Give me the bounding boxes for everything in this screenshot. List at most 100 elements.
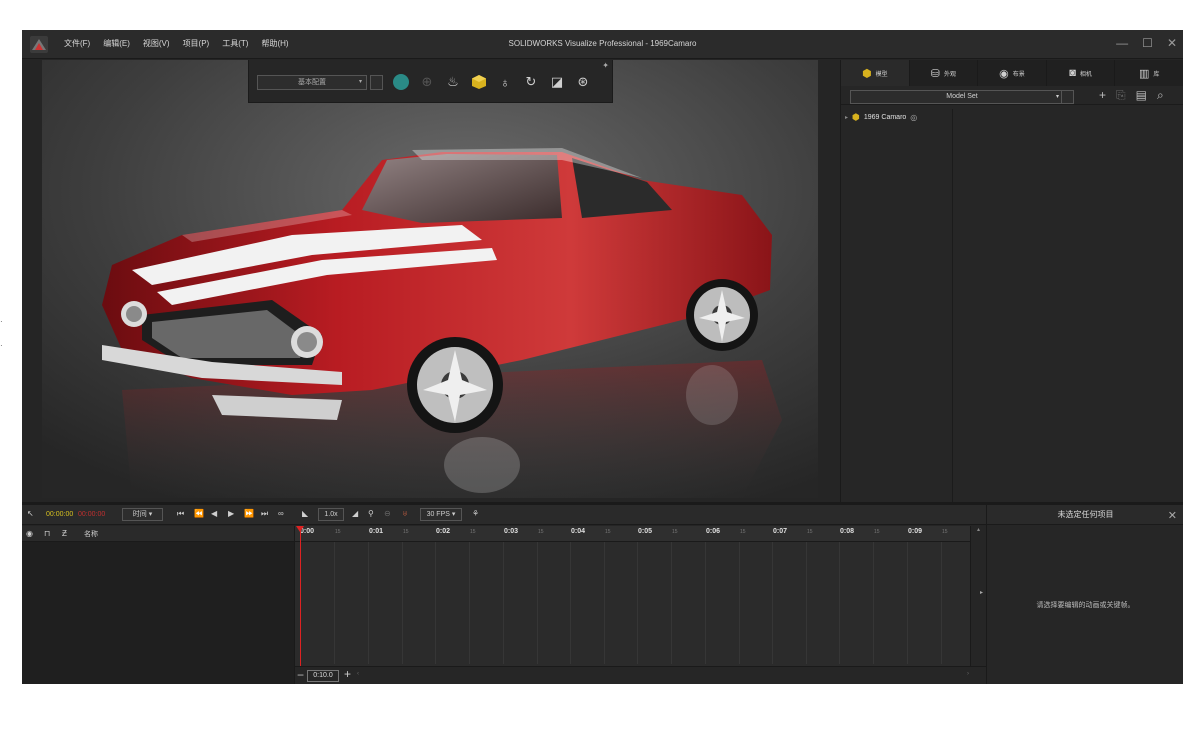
fps-label: 30 FPS	[426, 511, 450, 518]
speed-field[interactable]: 1.0x	[318, 508, 344, 521]
sort-icon[interactable]: Ƶ	[62, 529, 67, 538]
render-mode-sphere-icon[interactable]	[391, 72, 411, 92]
wireframe-sphere-icon[interactable]: ⊕	[417, 72, 437, 92]
grid-line	[469, 542, 470, 664]
name-column-header: 名称	[84, 531, 98, 538]
search-icon[interactable]: ⌕	[1157, 88, 1164, 103]
model-set-label: Model Set	[946, 93, 978, 100]
filter-icon[interactable]: ⚘	[472, 509, 479, 518]
tab-appearances[interactable]: ⛁ 外观	[910, 60, 979, 86]
model-set-dropdown[interactable]: Model Set ▾	[850, 90, 1074, 104]
pin-icon[interactable]: ✦	[602, 61, 609, 70]
time-ruler[interactable]: 0:00 15 0:01 15 0:02 15 0:03 15 0:04 15 …	[295, 526, 971, 542]
timeline-cursor-icon[interactable]: ↖	[27, 509, 34, 518]
properties-hint: 请选择要编辑的动画或关键帧。	[1036, 602, 1135, 609]
prev-key-icon[interactable]: ⏪	[194, 509, 204, 518]
key-icon[interactable]: ⚲	[368, 509, 374, 518]
maximize-icon[interactable]: ☐	[1142, 36, 1153, 50]
ease-icon[interactable]: ◢	[352, 509, 358, 518]
visibility-eye-icon[interactable]: ◎	[910, 113, 917, 122]
time-mode-dropdown[interactable]: 时间 ▾	[122, 508, 163, 521]
lock-icon[interactable]: ⊓	[44, 529, 50, 538]
tab-libraries[interactable]: ▥ 库	[1115, 60, 1183, 86]
playhead-handle-icon[interactable]	[296, 526, 304, 532]
tab-cameras[interactable]: ◙ 相机	[1047, 60, 1116, 86]
ground-plane-icon[interactable]: ♨	[443, 72, 463, 92]
visibility-eye-icon[interactable]: ◉	[26, 529, 33, 538]
configuration-dropdown[interactable]: 基本配置 ▾	[257, 75, 367, 90]
playhead[interactable]	[300, 526, 301, 666]
timeline-track-list	[22, 542, 294, 684]
tab-models-label: 模型	[875, 71, 888, 78]
properties-panel: 未选定任何项目 ✕ ▸ 请选择要编辑的动画或关键帧。	[980, 505, 1183, 684]
next-key-icon[interactable]: ⏩	[244, 509, 254, 518]
marker-icon[interactable]: ♅	[402, 509, 408, 518]
menu-bar: 文件(F) 编辑(E) 视图(V) 项目(P) 工具(T) 帮助(H)	[64, 38, 289, 49]
render-viewport[interactable]	[42, 60, 818, 498]
expand-arrow-icon[interactable]: ▸	[845, 114, 848, 121]
cube-icon: ⬢	[861, 67, 872, 80]
zoom-out-icon[interactable]: −	[297, 668, 304, 682]
loop-icon[interactable]: ∞	[278, 509, 284, 518]
ruler-tick: 0:02	[436, 528, 451, 535]
grid-line	[604, 542, 605, 664]
menu-help[interactable]: 帮助(H)	[261, 38, 288, 49]
grid-line	[806, 542, 807, 664]
ruler-minor-tick: 15	[807, 529, 813, 535]
close-icon[interactable]: ✕	[1168, 509, 1177, 522]
tab-libraries-label: 库	[1153, 71, 1160, 78]
duration-field[interactable]: 0:10.0	[307, 670, 339, 682]
ruler-tick: 0:03	[504, 528, 519, 535]
reset-rotate-icon[interactable]: ↻	[521, 72, 541, 92]
timeline-toolbar: ↖ 00:00:00 00:00:00 时间 ▾ ⏮ ⏪ ◀ ▶ ⏩ ⏭ ∞ ◣…	[22, 505, 986, 525]
palette-panel: ⬢ 模型 ⛁ 外观 ◉ 布景 ◙ 相机 ▥ 库 Model Set ▾ + ⎘ …	[840, 60, 1183, 502]
import-icon[interactable]: ⎘	[1116, 88, 1126, 103]
close-icon[interactable]: ✕	[1167, 36, 1177, 50]
menu-view[interactable]: 视图(V)	[143, 38, 170, 49]
model-cube-icon: ⬢	[852, 112, 860, 122]
camera-view-icon[interactable]: ◪	[547, 72, 567, 92]
menu-file[interactable]: 文件(F)	[64, 38, 90, 49]
configuration-list-button[interactable]	[370, 75, 383, 90]
go-to-start-icon[interactable]: ⏮	[177, 509, 184, 519]
step-back-icon[interactable]: ◀	[211, 509, 217, 518]
timeline-track-header: ◉ ⊓ Ƶ 名称	[22, 526, 294, 542]
minimize-icon[interactable]: —	[1116, 36, 1128, 50]
timeline-footer: − 0:10.0 + ‹ ›	[295, 666, 987, 684]
viewport-right-gutter	[818, 60, 840, 498]
zoom-in-icon[interactable]: +	[344, 667, 351, 681]
play-icon[interactable]: ▶	[228, 509, 234, 518]
grid-line	[739, 542, 740, 664]
layout-icon[interactable]: ▤	[1136, 88, 1147, 103]
aperture-icon[interactable]: ⊛	[573, 72, 593, 92]
model-set-list-button[interactable]	[1061, 91, 1073, 103]
snap-icon[interactable]: ⊖	[384, 509, 391, 518]
expand-panel-icon[interactable]: ▸	[980, 589, 983, 596]
go-to-end-icon[interactable]: ⏭	[261, 509, 268, 519]
add-icon[interactable]: +	[1099, 88, 1106, 103]
time-mode-label: 时间	[132, 511, 147, 518]
fps-dropdown[interactable]: 30 FPS ▾	[420, 508, 462, 521]
tab-models[interactable]: ⬢ 模型	[841, 60, 910, 86]
scroll-right-icon[interactable]: ›	[967, 671, 969, 677]
grid-line	[873, 542, 874, 664]
timeline-tracks[interactable]: 0:00 15 0:01 15 0:02 15 0:03 15 0:04 15 …	[294, 526, 987, 684]
tree-item-label: 1969 Camaro	[863, 114, 907, 121]
menu-tools[interactable]: 工具(T)	[222, 38, 248, 49]
tab-scenes-label: 布景	[1012, 71, 1025, 78]
model-cube-icon[interactable]	[469, 72, 489, 92]
tree-item-1969-camaro[interactable]: ▸ ⬢ 1969 Camaro ◎	[845, 112, 917, 123]
page-margin-marks: · ·	[0, 317, 3, 350]
ruler-tick: 0:06	[706, 528, 721, 535]
scroll-left-icon[interactable]: ‹	[357, 671, 359, 677]
grid-line	[941, 542, 942, 664]
menu-edit[interactable]: 编辑(E)	[103, 38, 130, 49]
tab-scenes[interactable]: ◉ 布景	[978, 60, 1047, 86]
light-bulb-icon[interactable]: ♁	[495, 72, 515, 92]
menu-project[interactable]: 项目(P)	[183, 38, 210, 49]
ruler-minor-tick: 15	[942, 529, 948, 535]
chevron-down-icon: ▾	[1055, 94, 1059, 100]
ruler-minor-tick: 15	[605, 529, 611, 535]
timeline-vertical-scrollbar[interactable]: ▴	[970, 526, 986, 666]
solidworks-logo-icon	[30, 36, 48, 53]
